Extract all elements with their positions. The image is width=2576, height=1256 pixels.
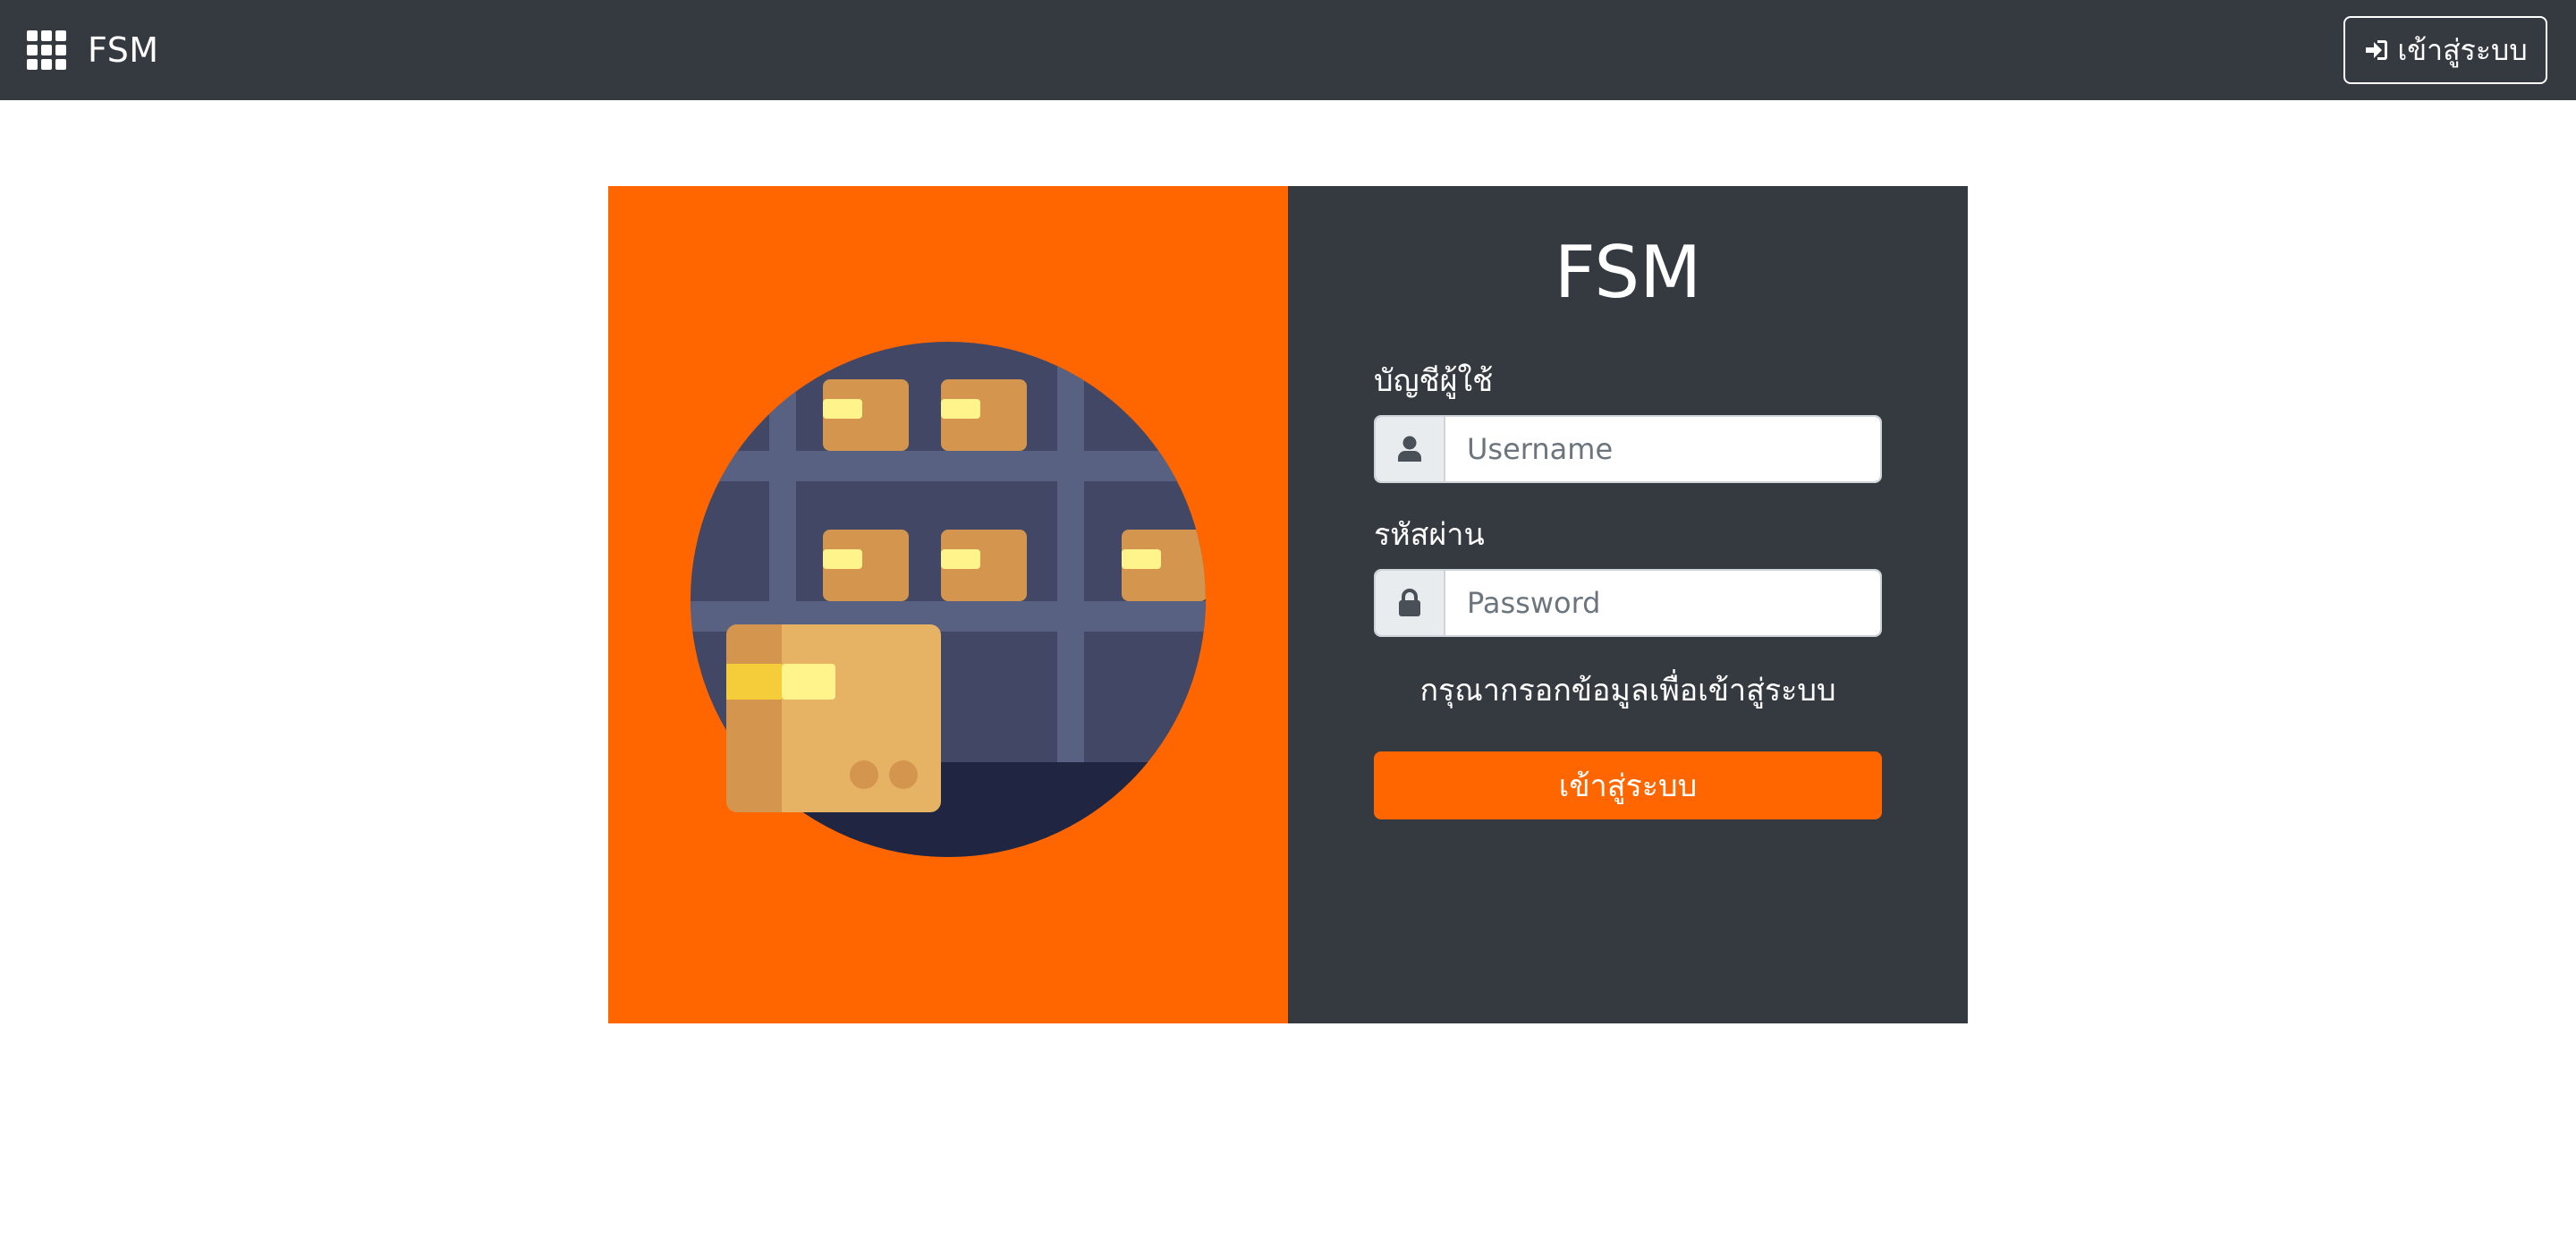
password-addon: [1376, 571, 1445, 635]
login-panel: FSM บัญชีผู้ใช้ รหัสผ่าน กรุณากรอกข้อมูล…: [1288, 186, 1968, 1023]
login-card: FSM บัญชีผู้ใช้ รหัสผ่าน กรุณากรอกข้อมูล…: [608, 186, 1968, 1023]
sign-in-icon: [2366, 40, 2388, 60]
username-addon: [1376, 417, 1445, 481]
navbar-login-button[interactable]: เข้าสู่ระบบ: [2343, 16, 2547, 84]
top-navbar: FSM เข้าสู่ระบบ: [0, 0, 2576, 100]
username-input[interactable]: [1445, 417, 1880, 481]
illustration-panel: [608, 186, 1288, 1023]
grid-menu-icon[interactable]: [27, 30, 66, 70]
login-submit-button[interactable]: เข้าสู่ระบบ: [1374, 751, 1882, 819]
username-label: บัญชีผู้ใช้: [1374, 363, 1494, 399]
warehouse-illustration: [691, 342, 1206, 857]
lock-icon: [1399, 589, 1420, 616]
login-title: FSM: [1554, 231, 1702, 314]
password-label: รหัสผ่าน: [1374, 517, 1485, 553]
username-input-group: [1374, 415, 1882, 483]
navbar-brand[interactable]: FSM: [88, 30, 159, 70]
login-hint-text: กรุณากรอกข้อมูลเพื่อเข้าสู่ระบบ: [1419, 673, 1836, 709]
user-icon: [1398, 436, 1421, 462]
navbar-login-label: เข้าสู่ระบบ: [2397, 32, 2528, 67]
password-input[interactable]: [1445, 571, 1880, 635]
password-input-group: [1374, 569, 1882, 637]
